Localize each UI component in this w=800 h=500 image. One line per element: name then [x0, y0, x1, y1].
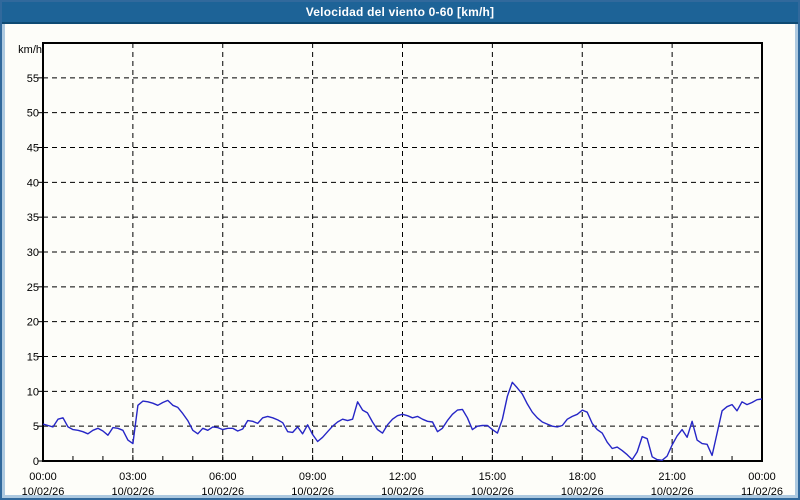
y-tick-label: 20 — [27, 317, 39, 329]
x-tick-labels: 00:00 10/02/26 03:00 10/02/26 06:00 10/02/26 0… — [22, 471, 783, 498]
y-tick-labels: 0 5 10 15 20 25 30 35 40 45 50 55 — [27, 73, 39, 468]
x-tick-time-label: 09:00 — [299, 471, 327, 483]
y-tick-label: 15 — [27, 352, 39, 364]
x-tick-date-label: 10/02/26 — [561, 486, 604, 498]
y-tick-label: 5 — [33, 421, 39, 433]
x-tick-time-label: 15:00 — [479, 471, 507, 483]
y-grid — [38, 77, 762, 462]
y-tick-label: 40 — [27, 177, 39, 189]
y-tick-label: 50 — [27, 108, 39, 120]
x-grid — [42, 43, 763, 461]
x-tick-time-label: 21:00 — [658, 471, 686, 483]
chart-window: Velocidad del viento 0-60 [km/h] 0 5 10 15 2… — [0, 0, 800, 500]
x-tick-date-label: 10/02/26 — [651, 486, 694, 498]
x-tick-time-label: 06:00 — [209, 471, 237, 483]
x-tick-date-label: 10/02/26 — [201, 486, 244, 498]
x-tick-time-label: 00:00 — [748, 471, 776, 483]
x-tick-time-label: 03:00 — [119, 471, 147, 483]
x-tick-date-label: 10/02/26 — [381, 486, 424, 498]
y-tick-label: 55 — [27, 73, 39, 85]
y-axis-unit-label: km/h — [18, 44, 42, 56]
x-tick-time-label: 00:00 — [29, 471, 57, 483]
x-tick-time-label: 12:00 — [389, 471, 417, 483]
x-tick-date-label: 10/02/26 — [291, 486, 334, 498]
y-tick-label: 25 — [27, 282, 39, 294]
x-tick-time-label: 18:00 — [568, 471, 596, 483]
wind-speed-chart: 0510152025303540455055km/h00:0010/02/260… — [18, 42, 783, 498]
y-tick-label: 30 — [27, 247, 39, 259]
x-tick-date-label: 11/02/26 — [741, 486, 783, 498]
x-tick-date-label: 10/02/26 — [22, 486, 65, 498]
y-tick-label: 0 — [33, 456, 39, 468]
x-tick-date-label: 10/02/26 — [471, 486, 514, 498]
x-tick-date-label: 10/02/26 — [111, 486, 154, 498]
y-tick-label: 45 — [27, 143, 39, 155]
y-tick-label: 10 — [27, 386, 39, 398]
y-tick-label: 35 — [27, 212, 39, 224]
